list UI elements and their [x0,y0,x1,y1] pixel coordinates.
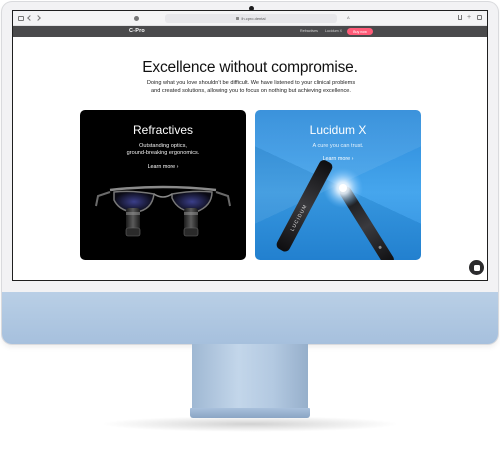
site-navigation: C-Pro Refractives Lucidum X Buy now [13,26,487,37]
imac-chin [2,292,498,344]
sidebar-toggle-icon[interactable] [18,15,24,21]
back-icon[interactable] [27,15,33,21]
nav-link-refractives[interactable]: Refractives [300,29,318,33]
new-tab-icon[interactable]: + [467,14,472,21]
hero-description-line: and created solutions, allowing you to f… [151,88,351,95]
share-icon[interactable] [458,15,462,20]
card-title: Lucidum X [309,123,367,137]
learn-more-link[interactable]: Learn more › [80,164,246,170]
lock-icon [236,17,240,20]
address-text: lh.cpro.dental [241,16,266,21]
imac-stand [192,344,308,410]
tab-overview-icon[interactable] [477,15,482,20]
hero-description: Doing what you love shouldn't be difficu… [123,79,379,96]
hero-description-line: Doing what you love shouldn't be difficu… [146,80,356,86]
translate-icon[interactable]: A [347,15,353,20]
forward-icon[interactable] [35,15,41,21]
learn-more-link[interactable]: Learn more › [255,156,421,162]
stand-shadow [100,416,400,432]
screen: lh.cpro.dental A + C-Pro Refractives Luc… [12,10,488,281]
card-subtitle-line: Outstanding optics, [139,143,187,149]
chat-button[interactable] [469,260,484,275]
buy-now-button[interactable]: Buy now [347,28,373,35]
privacy-shield-icon[interactable] [134,15,139,21]
page-title: Excellence without compromise. [142,59,358,76]
card-lucidum-x[interactable]: LUCIDUM Lucidum X A cure you can trust. … [255,110,421,260]
card-subtitle: A cure you can trust. [312,143,364,149]
browser-toolbar: lh.cpro.dental A + [13,11,487,26]
site-logo[interactable]: C-Pro [129,28,145,34]
imac-stand-foot [190,408,310,418]
address-bar[interactable]: lh.cpro.dental [165,14,337,23]
card-subtitle: Outstanding optics, ground-breaking ergo… [100,143,226,157]
card-title: Refractives [132,123,194,137]
nav-link-lucidum-x[interactable]: Lucidum X [325,29,342,33]
chat-icon [473,264,480,271]
card-subtitle-line: ground-breaking ergonomics. [126,150,200,157]
card-refractives[interactable]: Refractives Outstanding optics, ground-b… [80,110,246,260]
